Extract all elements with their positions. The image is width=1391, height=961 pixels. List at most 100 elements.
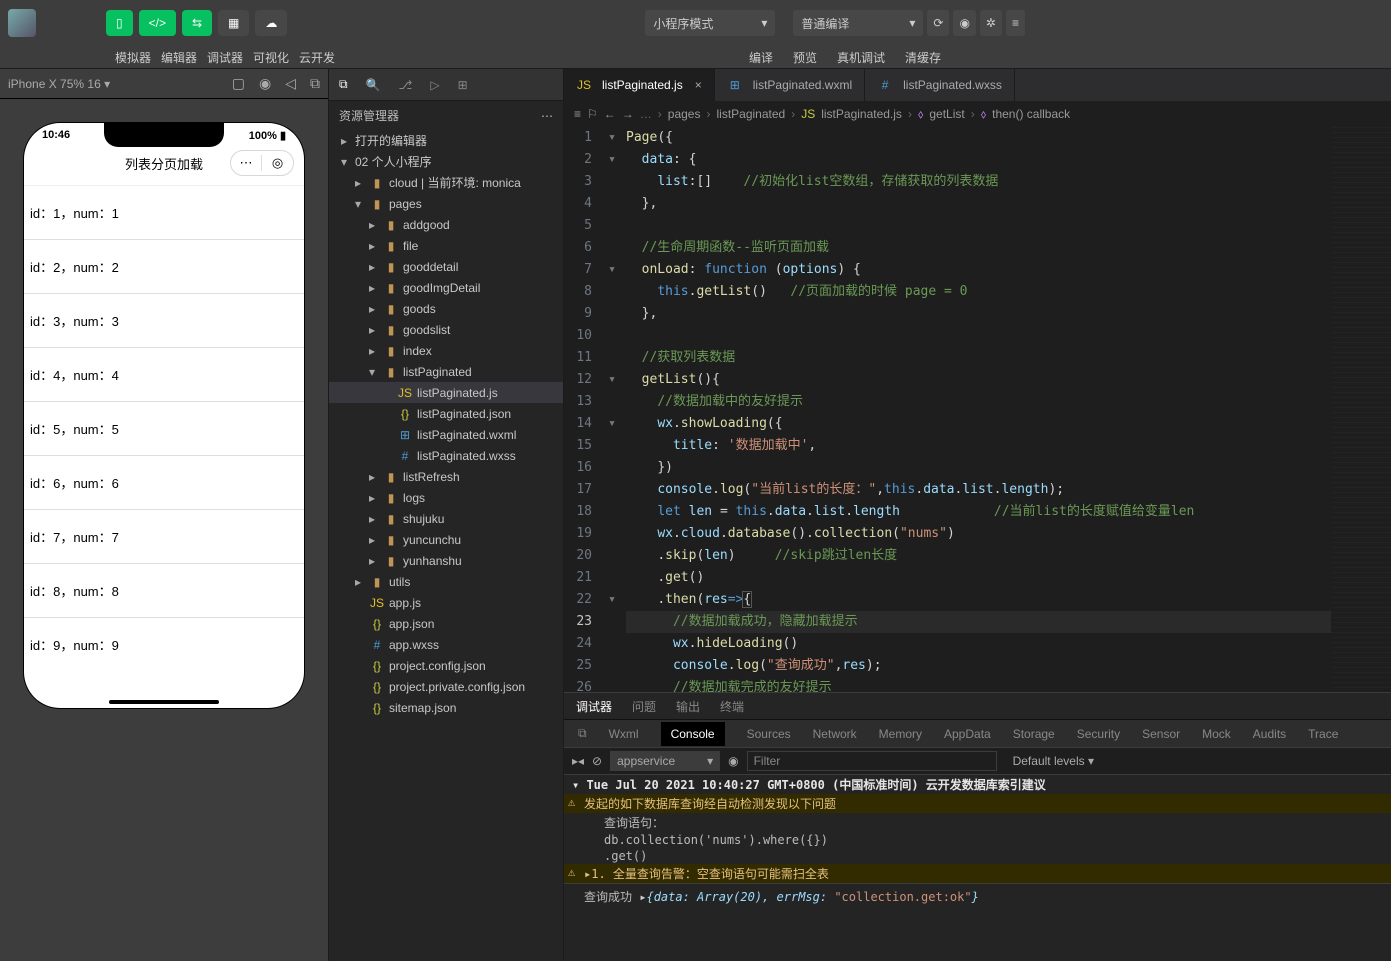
label-debugger[interactable]: 调试器	[202, 49, 248, 66]
compile-mode-select[interactable]: 普通编译▾	[793, 10, 923, 36]
console-tab-network[interactable]: Network	[813, 727, 857, 741]
tab-listpaginated-wxml[interactable]: ⊞ listPaginated.wxml	[715, 69, 865, 101]
console-tab-sources[interactable]: Sources	[747, 727, 791, 741]
folder-utils[interactable]: ▸▮utils	[329, 571, 563, 592]
devtool-detach-icon[interactable]: ⧉	[578, 726, 587, 741]
console-context-select[interactable]: appservice▾	[610, 751, 720, 771]
console-tab-trace[interactable]: Trace	[1308, 727, 1338, 741]
list-item[interactable]: id：2，num：2	[24, 240, 304, 294]
console-tab-storage[interactable]: Storage	[1013, 727, 1055, 741]
panel-tab-debugger[interactable]: 调试器	[576, 698, 612, 715]
file-sitemap-json[interactable]: {}sitemap.json	[329, 697, 563, 718]
minimap[interactable]	[1331, 127, 1391, 692]
folder-goods[interactable]: ▸▮goods	[329, 298, 563, 319]
cloud-mode-icon[interactable]: ☁	[255, 10, 287, 36]
list-item[interactable]: id：8，num：8	[24, 564, 304, 618]
folder-goodslist[interactable]: ▸▮goodslist	[329, 319, 563, 340]
folder-listRefresh[interactable]: ▸▮listRefresh	[329, 466, 563, 487]
mini-program-mode-select[interactable]: 小程序模式▾	[645, 10, 775, 36]
sim-mute-icon[interactable]: ◁	[285, 75, 296, 92]
device-select[interactable]: iPhone X 75% 16 ▾	[8, 77, 110, 91]
console-tab-memory[interactable]: Memory	[879, 727, 922, 741]
list-container[interactable]: id：1，num：1 id：2，num：2 id：3，num：3 id：4，nu…	[24, 186, 304, 666]
folder-yunhanshu[interactable]: ▸▮yunhanshu	[329, 550, 563, 571]
file-listPaginated-wxml[interactable]: ⊞listPaginated.wxml	[329, 424, 563, 445]
console-tab-audits[interactable]: Audits	[1253, 727, 1286, 741]
code-mode-icon[interactable]: </>	[139, 10, 176, 36]
explorer-more-icon[interactable]: ⋯	[541, 109, 553, 123]
open-editors-section[interactable]: ▸打开的编辑器	[329, 130, 563, 151]
label-editor[interactable]: 编辑器	[156, 49, 202, 66]
label-visual[interactable]: 可视化	[248, 49, 294, 66]
console-tab-security[interactable]: Security	[1077, 727, 1120, 741]
capsule-close-icon[interactable]: ◎	[262, 155, 293, 171]
preview-icon[interactable]: ◉	[953, 10, 975, 36]
label-compile[interactable]: 编译	[749, 49, 773, 66]
sim-detach-icon[interactable]: ⧉	[310, 75, 320, 92]
console-tab-sensor[interactable]: Sensor	[1142, 727, 1180, 741]
file-listPaginated-json[interactable]: {}listPaginated.json	[329, 403, 563, 424]
console-levels-select[interactable]: Default levels ▾	[1013, 754, 1094, 768]
breadcrumbs[interactable]: ≡ ⚐ ← → …› pages› listPaginated› JS list…	[564, 101, 1391, 127]
console-tab-mock[interactable]: Mock	[1202, 727, 1231, 741]
file-listPaginated-js[interactable]: JSlistPaginated.js	[329, 382, 563, 403]
folder-yuncunchu[interactable]: ▸▮yuncunchu	[329, 529, 563, 550]
clear-cache-icon[interactable]: ≡	[1006, 10, 1025, 36]
folder-addgood[interactable]: ▸▮addgood	[329, 214, 563, 235]
folder-index[interactable]: ▸▮index	[329, 340, 563, 361]
tab-listpaginated-wxss[interactable]: # listPaginated.wxss	[865, 69, 1015, 101]
console-tab-console[interactable]: Console	[661, 722, 725, 746]
search-icon[interactable]: 🔍	[366, 78, 381, 92]
list-item[interactable]: id：1，num：1	[24, 186, 304, 240]
folder-listPaginated[interactable]: ▾▮listPaginated	[329, 361, 563, 382]
bc-nav-icon[interactable]: ≡	[574, 107, 581, 121]
bc-bookmark-icon[interactable]: ⚐	[587, 107, 598, 121]
console-filter-input[interactable]: Filter	[747, 751, 997, 771]
folder-pages[interactable]: ▾▮pages	[329, 193, 563, 214]
file-app-js[interactable]: JSapp.js	[329, 592, 563, 613]
avatar[interactable]	[8, 9, 36, 37]
real-debug-icon[interactable]: ✲	[980, 10, 1002, 36]
label-simulator[interactable]: 模拟器	[110, 49, 156, 66]
refresh-icon[interactable]: ⟳	[927, 10, 949, 36]
console-tab-wxml[interactable]: Wxml	[609, 727, 639, 741]
list-item[interactable]: id：5，num：5	[24, 402, 304, 456]
sim-record-icon[interactable]: ◉	[259, 75, 271, 92]
file-project-private-config[interactable]: {}project.private.config.json	[329, 676, 563, 697]
debug-mode-icon[interactable]: ⇆	[182, 10, 212, 36]
debug-icon[interactable]: ▷	[430, 78, 439, 92]
list-item[interactable]: id：3，num：3	[24, 294, 304, 348]
file-app-wxss[interactable]: #app.wxss	[329, 634, 563, 655]
label-preview[interactable]: 预览	[793, 49, 817, 66]
console-tab-appdata[interactable]: AppData	[944, 727, 991, 741]
bc-fwd-icon[interactable]: →	[622, 107, 634, 121]
panel-tab-problems[interactable]: 问题	[632, 698, 656, 715]
console-clear-icon[interactable]: ⊘	[592, 754, 602, 768]
explorer-icon[interactable]: ⧉	[339, 77, 348, 92]
label-clear[interactable]: 清缓存	[905, 49, 941, 66]
folder-logs[interactable]: ▸▮logs	[329, 487, 563, 508]
phone-simulator[interactable]: 10:46 100% ▮ 列表分页加载 ⋯ ◎ id：1，num：1 id：2，…	[24, 123, 304, 708]
list-item[interactable]: id：4，num：4	[24, 348, 304, 402]
folder-goodImgDetail[interactable]: ▸▮goodImgDetail	[329, 277, 563, 298]
source-control-icon[interactable]: ⎇	[399, 78, 413, 92]
file-app-json[interactable]: {}app.json	[329, 613, 563, 634]
file-listPaginated-wxss[interactable]: #listPaginated.wxss	[329, 445, 563, 466]
bc-back-icon[interactable]: ←	[604, 107, 616, 121]
folder-gooddetail[interactable]: ▸▮gooddetail	[329, 256, 563, 277]
capsule-menu[interactable]: ⋯ ◎	[230, 150, 294, 176]
project-section[interactable]: ▾02 个人小程序	[329, 151, 563, 172]
code-editor[interactable]: 1234567891011121314151617181920212223242…	[564, 127, 1391, 692]
console-eye-icon[interactable]: ◉	[728, 754, 738, 768]
console-toggle-icon[interactable]: ▸◂	[572, 754, 584, 768]
panel-tab-terminal[interactable]: 终端	[720, 698, 744, 715]
device-mode-icon[interactable]: ▯	[106, 10, 133, 36]
folder-file[interactable]: ▸▮file	[329, 235, 563, 256]
list-item[interactable]: id：6，num：6	[24, 456, 304, 510]
capsule-more-icon[interactable]: ⋯	[231, 155, 262, 171]
extensions-icon[interactable]: ⊞	[458, 78, 468, 92]
list-item[interactable]: id：9，num：9	[24, 618, 304, 666]
sim-device-icon[interactable]: ▢	[232, 75, 245, 92]
file-project-config[interactable]: {}project.config.json	[329, 655, 563, 676]
list-item[interactable]: id：7，num：7	[24, 510, 304, 564]
